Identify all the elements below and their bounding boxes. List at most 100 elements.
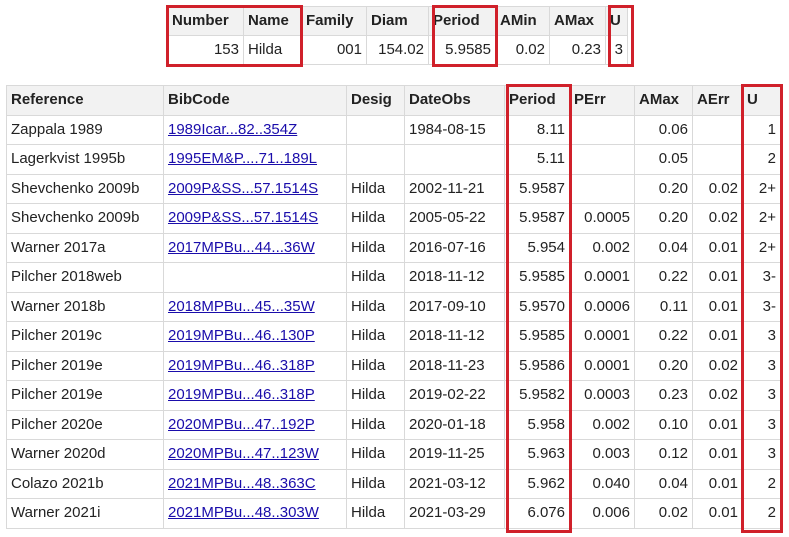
cell-desig [346,144,405,175]
summary-header-u: U [605,6,628,36]
table-row: Shevchenko 2009b 2009P&SS...57.1514S Hilda… [6,203,781,234]
cell-aerr: 0.01 [692,232,743,263]
table-row: Pilcher 2018web Hilda 2018-11-12 5.9585 0.00… [6,262,781,293]
summary-header-number: Number [167,6,244,36]
table-row: Shevchenko 2009b 2009P&SS...57.1514S Hilda… [6,173,781,204]
cell-perr: 0.0003 [569,380,635,411]
cell-period: 5.11 [504,144,570,175]
cell-bibcode: 2021MPBu...48..303W [163,498,347,529]
cell-perr [569,173,635,204]
cell-perr [569,114,635,145]
cell-u: 2+ [742,203,781,234]
table-row: Warner 2020d 2020MPBu...47..123W Hilda 2019… [6,439,781,470]
cell-dateobs: 2005-05-22 [404,203,505,234]
bibcode-link[interactable]: 2019MPBu...46..318P [168,357,315,374]
cell-bibcode: 2021MPBu...48..363C [163,468,347,499]
observations-header-amax: AMax [634,85,693,116]
table-row: Pilcher 2019e 2019MPBu...46..318P Hilda 201… [6,380,781,411]
bibcode-link[interactable]: 2019MPBu...46..318P [168,386,315,403]
cell-reference: Warner 2021i [6,498,164,529]
cell-amax: 0.12 [634,439,693,470]
cell-period: 8.11 [504,114,570,145]
bibcode-link[interactable]: 2021MPBu...48..303W [168,504,319,521]
cell-aerr: 0.01 [692,291,743,322]
cell-bibcode: 2019MPBu...46..318P [163,380,347,411]
bibcode-link[interactable]: 1995EM&P....71..189L [168,150,317,167]
cell-dateobs [404,144,505,175]
cell-desig: Hilda [346,498,405,529]
cell-amax: 0.23 [634,380,693,411]
cell-reference: Warner 2018b [6,291,164,322]
cell-amax: 0.22 [634,321,693,352]
cell-aerr: 0.01 [692,262,743,293]
cell-desig: Hilda [346,173,405,204]
cell-desig: Hilda [346,409,405,440]
observations-header-bibcode: BibCode [163,85,347,116]
cell-period: 5.9587 [504,203,570,234]
cell-amax: 0.02 [634,498,693,529]
cell-reference: Pilcher 2019e [6,350,164,381]
cell-desig: Hilda [346,439,405,470]
cell-desig [346,114,405,145]
cell-u: 3- [742,262,781,293]
cell-perr [569,144,635,175]
cell-amax: 0.20 [634,173,693,204]
cell-bibcode: 2019MPBu...46..130P [163,321,347,352]
cell-dateobs: 2018-11-23 [404,350,505,381]
observations-body: Zappala 1989 1989Icar...82..354Z 1984-08-1… [6,114,781,529]
cell-amax: 0.20 [634,350,693,381]
bibcode-link[interactable]: 2017MPBu...44...36W [168,239,315,256]
observations-header-aerr: AErr [692,85,743,116]
cell-period: 5.9570 [504,291,570,322]
cell-perr: 0.0005 [569,203,635,234]
cell-reference: Colazo 2021b [6,468,164,499]
cell-desig: Hilda [346,380,405,411]
cell-aerr [692,114,743,145]
bibcode-link[interactable]: 2021MPBu...48..363C [168,475,316,492]
summary-data-row: 153 Hilda 001 154.02 5.9585 0.02 0.23 3 [167,35,628,65]
cell-perr: 0.0001 [569,321,635,352]
bibcode-link[interactable]: 1989Icar...82..354Z [168,121,297,138]
cell-aerr: 0.01 [692,498,743,529]
cell-bibcode: 1995EM&P....71..189L [163,144,347,175]
table-row: Pilcher 2019c 2019MPBu...46..130P Hilda 201… [6,321,781,352]
bibcode-link[interactable]: 2019MPBu...46..130P [168,327,315,344]
cell-amax: 0.04 [634,468,693,499]
observations-header-u: U [742,85,781,116]
bibcode-link[interactable]: 2018MPBu...45...35W [168,298,315,315]
cell-aerr: 0.02 [692,173,743,204]
cell-u: 2 [742,468,781,499]
cell-reference: Shevchenko 2009b [6,203,164,234]
cell-period: 6.076 [504,498,570,529]
cell-desig: Hilda [346,203,405,234]
cell-amax: 0.22 [634,262,693,293]
cell-dateobs: 2002-11-21 [404,173,505,204]
cell-aerr: 0.02 [692,203,743,234]
cell-perr: 0.002 [569,409,635,440]
cell-reference: Warner 2017a [6,232,164,263]
cell-perr: 0.003 [569,439,635,470]
summary-header-row: Number Name Family Diam Period AMin AMax U [167,6,628,36]
bibcode-link[interactable]: 2020MPBu...47..192P [168,416,315,433]
cell-u: 3 [742,380,781,411]
cell-aerr: 0.02 [692,380,743,411]
bibcode-link[interactable]: 2009P&SS...57.1514S [168,209,318,226]
cell-perr: 0.040 [569,468,635,499]
cell-u: 2+ [742,232,781,263]
cell-amax: 0.04 [634,232,693,263]
table-row: Warner 2021i 2021MPBu...48..303W Hilda 2021… [6,498,781,529]
cell-desig: Hilda [346,291,405,322]
cell-desig: Hilda [346,262,405,293]
summary-cell-number: 153 [167,35,244,65]
cell-dateobs: 2017-09-10 [404,291,505,322]
cell-reference: Zappala 1989 [6,114,164,145]
bibcode-link[interactable]: 2009P&SS...57.1514S [168,180,318,197]
cell-dateobs: 2018-11-12 [404,262,505,293]
summary-cell-diam: 154.02 [366,35,429,65]
lightcurve-observations-table: Reference BibCode Desig DateObs Period PErr AM… [6,85,781,529]
cell-reference: Lagerkvist 1995b [6,144,164,175]
bibcode-link[interactable]: 2020MPBu...47..123W [168,445,319,462]
cell-amax: 0.11 [634,291,693,322]
cell-perr: 0.0001 [569,350,635,381]
cell-dateobs: 2018-11-12 [404,321,505,352]
